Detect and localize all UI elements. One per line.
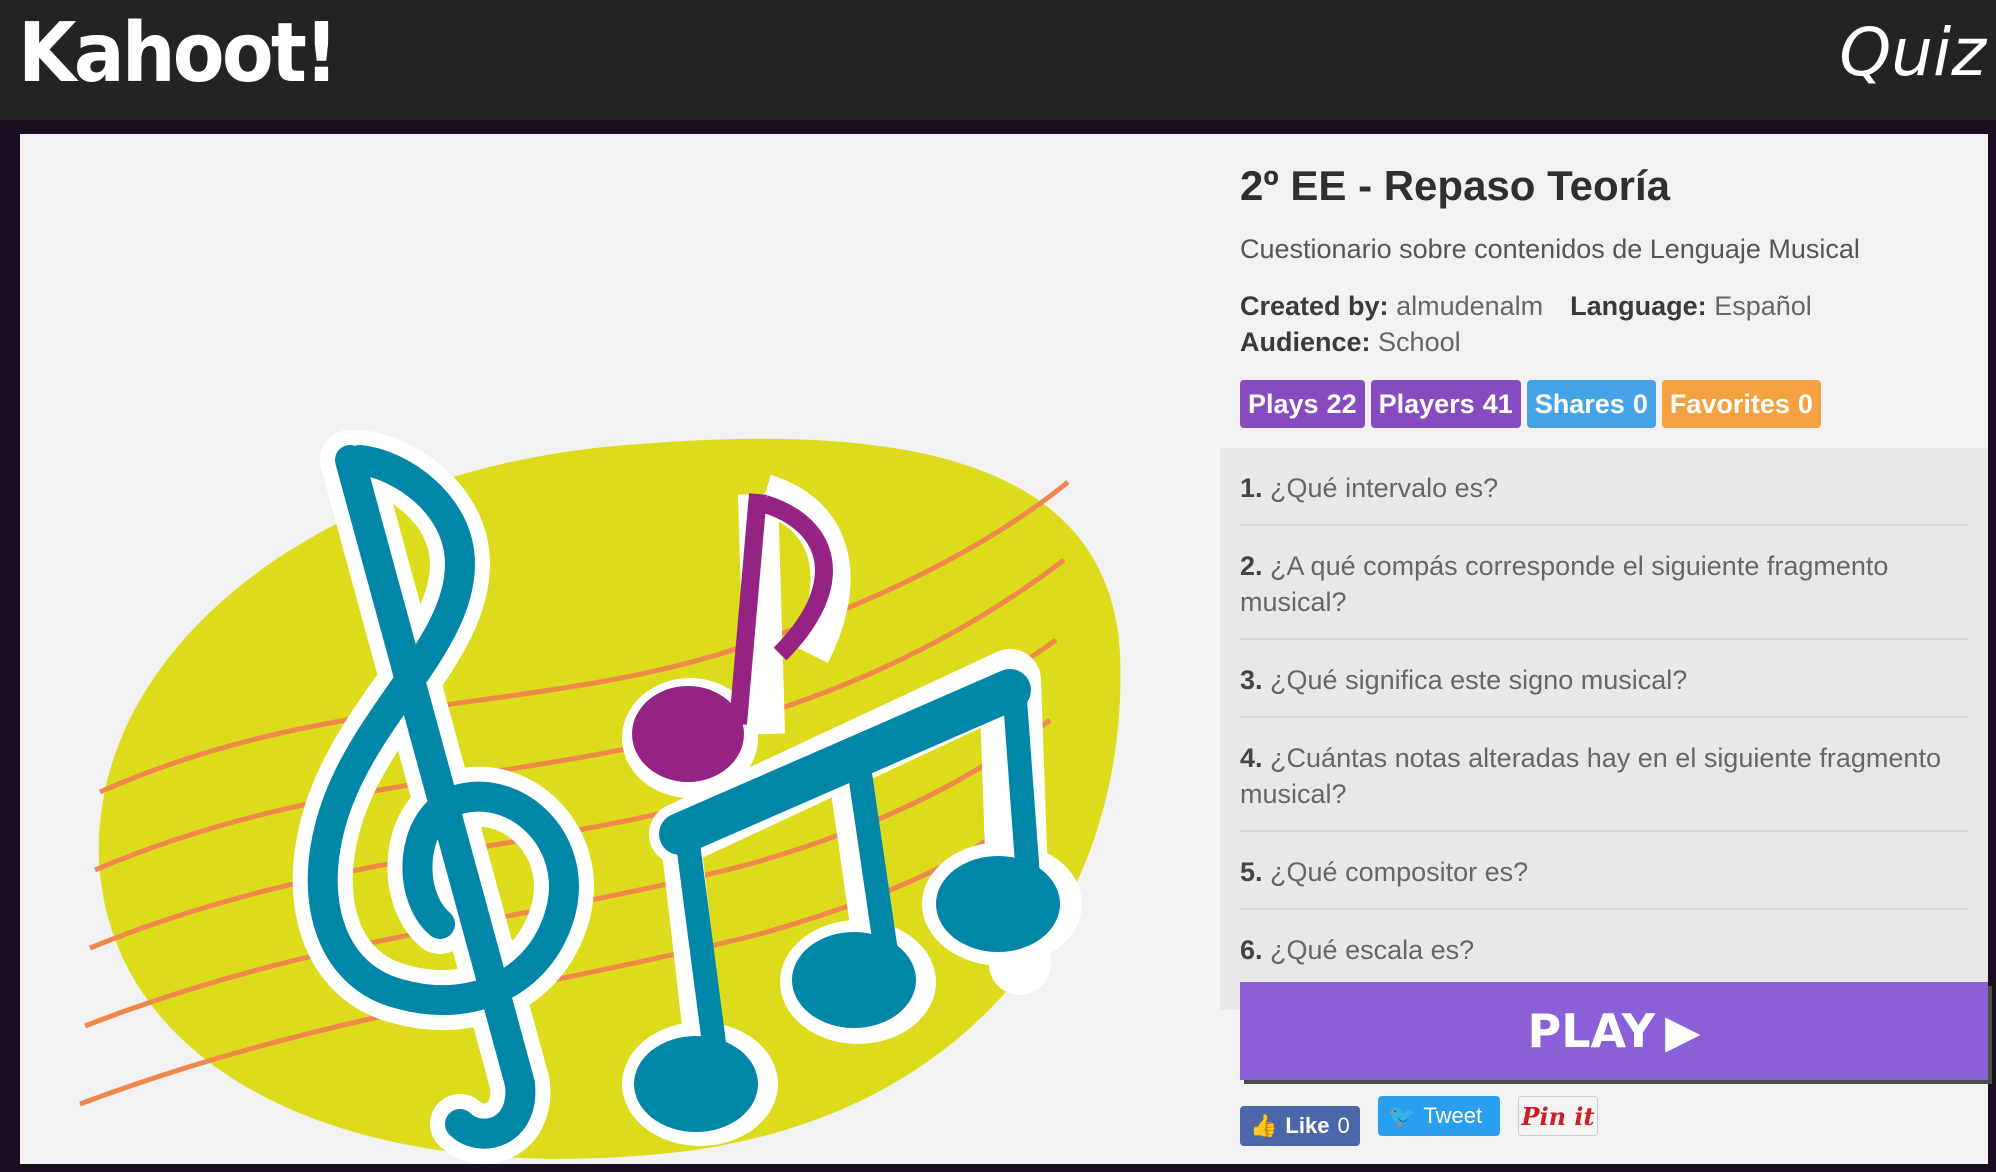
plays-badge: Plays 22	[1240, 380, 1365, 428]
tweet-button[interactable]: 🐦 Tweet	[1378, 1096, 1500, 1136]
quiz-title: 2º EE - Repaso Teoría	[1240, 162, 1671, 209]
audience-value: School	[1378, 327, 1461, 357]
audience-label: Audience:	[1240, 327, 1371, 357]
music-notes-illustration	[79, 430, 1121, 1164]
quiz-info: 2º EE - Repaso Teoría Cuestionario sobre…	[1220, 134, 1988, 1164]
thumbs-up-icon: 👍	[1250, 1113, 1278, 1138]
quiz-description: Cuestionario sobre contenidos de Lenguaj…	[1240, 234, 1860, 264]
pinterest-button[interactable]: Pin it	[1518, 1096, 1598, 1136]
language-label: Language:	[1570, 291, 1707, 321]
play-button-label: PLAY	[1527, 1004, 1656, 1058]
top-bar: Kahoot! Quiz	[0, 0, 1996, 120]
question-list: 1. ¿Qué intervalo es? 2. ¿A qué compás c…	[1220, 448, 1988, 1010]
question-item: 2. ¿A qué compás corresponde el siguient…	[1240, 526, 1968, 640]
cover-image	[20, 134, 1200, 1164]
question-item: 6. ¿Qué escala es?	[1240, 910, 1968, 988]
facebook-like-button[interactable]: 👍 Like 0	[1240, 1106, 1360, 1146]
kahoot-logo[interactable]: Kahoot!	[18, 6, 339, 101]
question-item: 1. ¿Qué intervalo es?	[1240, 448, 1968, 526]
favorites-badge: Favorites 0	[1661, 380, 1821, 428]
play-button[interactable]: PLAY ▶	[1240, 982, 1988, 1080]
stats-badges: Plays 22 Players 41 Shares 0 Favorites 0	[1240, 380, 1821, 428]
social-buttons: 👍 Like 0 🐦 Tweet Pin it	[1240, 1096, 1598, 1146]
language-value: Español	[1714, 291, 1812, 321]
question-item: 5. ¿Qué compositor es?	[1240, 832, 1968, 910]
play-arrow-icon: ▶	[1665, 1004, 1701, 1058]
quiz-panel: 2º EE - Repaso Teoría Cuestionario sobre…	[20, 134, 1988, 1164]
created-by-label: Created by:	[1240, 291, 1389, 321]
players-badge: Players 41	[1370, 380, 1521, 428]
question-item: 3. ¿Qué significa este signo musical?	[1240, 640, 1968, 718]
quiz-meta: Created by: almudenalm Language: Español…	[1240, 288, 1812, 360]
twitter-bird-icon: 🐦	[1388, 1103, 1416, 1128]
question-item: 4. ¿Cuántas notas alteradas hay en el si…	[1240, 718, 1968, 832]
shares-badge: Shares 0	[1526, 380, 1656, 428]
page-type-title: Quiz	[1839, 14, 1986, 91]
creator-link[interactable]: almudenalm	[1396, 291, 1543, 321]
